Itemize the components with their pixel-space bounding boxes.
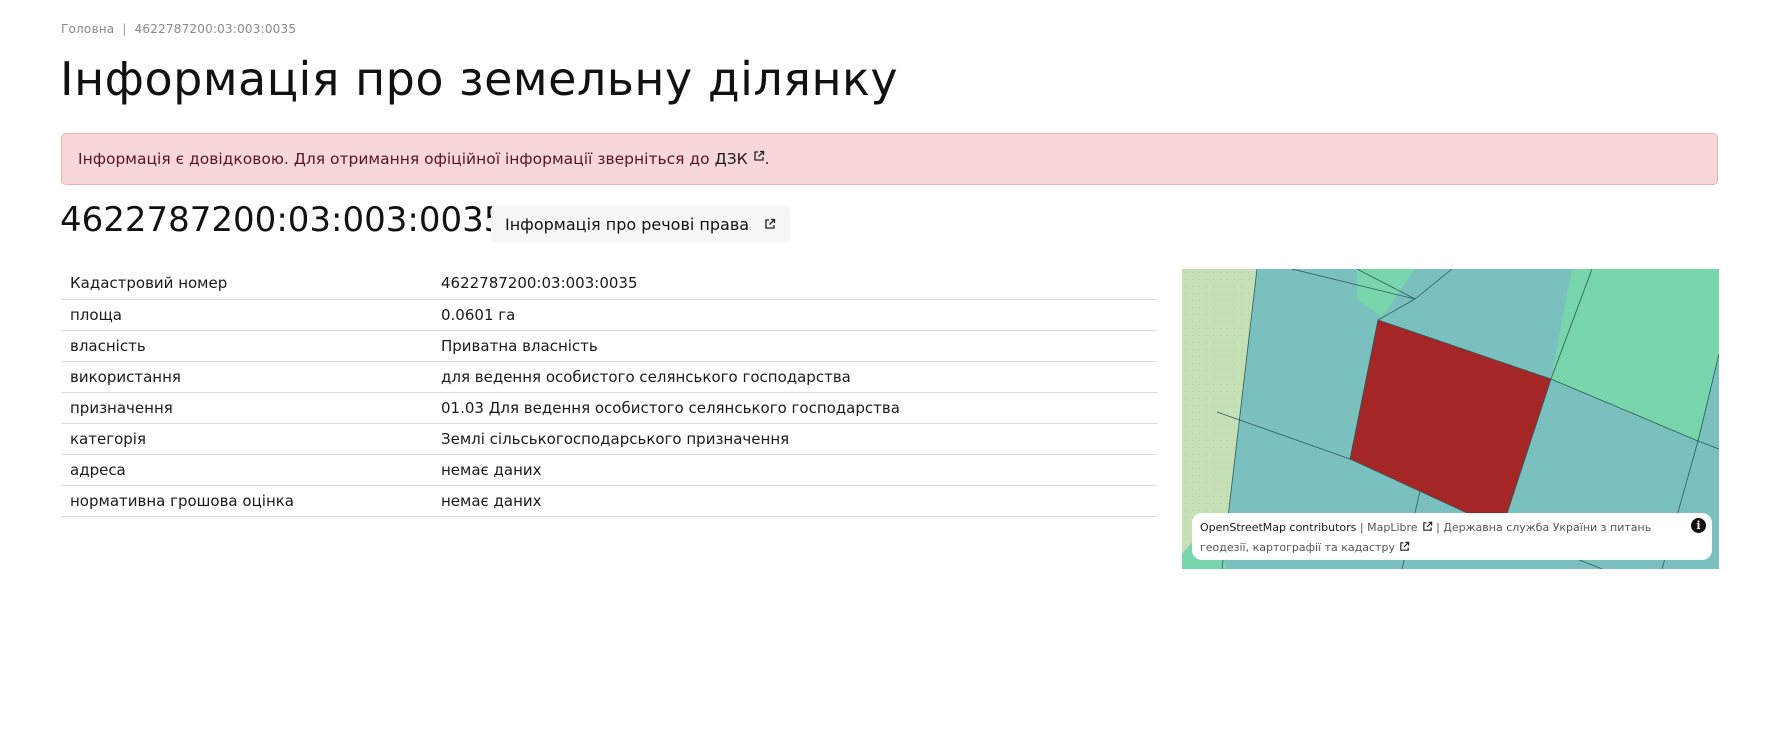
- parcel-info-table: Кадастровий номер 4622787200:03:003:0035…: [61, 268, 1157, 517]
- dzk-link-label: ДЗК: [714, 150, 748, 168]
- table-row: призначення 01.03 Для ведення особистого…: [61, 392, 1157, 424]
- external-link-icon: [1422, 521, 1432, 531]
- row-value: немає даних: [432, 454, 1157, 486]
- alert-text: Інформація є довідковою. Для отримання о…: [78, 150, 710, 168]
- row-value: для ведення особистого селянського госпо…: [432, 361, 1157, 393]
- table-row: адреса немає даних: [61, 454, 1157, 486]
- row-value: Приватна власність: [432, 330, 1157, 362]
- row-value: 0.0601 га: [432, 299, 1157, 331]
- row-value: немає даних: [432, 485, 1157, 517]
- row-key: нормативна грошова оцінка: [61, 485, 432, 517]
- row-key: призначення: [61, 392, 432, 424]
- table-row: категорія Землі сільськогосподарського п…: [61, 423, 1157, 455]
- maplibre-link[interactable]: MapLibre: [1367, 521, 1432, 534]
- external-link-icon: [1400, 541, 1410, 551]
- table-row: нормативна грошова оцінка немає даних: [61, 485, 1157, 517]
- row-value: 4622787200:03:003:0035: [432, 268, 1157, 300]
- row-key: Кадастровий номер: [61, 268, 432, 300]
- row-key: адреса: [61, 454, 432, 486]
- property-rights-label: Інформація про речові права: [505, 214, 750, 234]
- page-title: Інформація про земельну ділянку: [60, 52, 899, 106]
- attribution-info-icon[interactable]: i: [1691, 518, 1706, 533]
- row-key: площа: [61, 299, 432, 331]
- reference-info-alert: Інформація є довідковою. Для отримання о…: [61, 133, 1718, 185]
- cadastral-number-heading: 4622787200:03:003:0035: [60, 200, 506, 240]
- breadcrumb-current: 4622787200:03:003:0035: [134, 22, 297, 36]
- property-rights-button[interactable]: Інформація про речові права: [491, 205, 791, 243]
- breadcrumb-separator: |: [122, 22, 127, 36]
- table-row: площа 0.0601 га: [61, 299, 1157, 331]
- table-row: Кадастровий номер 4622787200:03:003:0035: [61, 268, 1157, 300]
- dzk-external-link[interactable]: ДЗК: [715, 150, 765, 168]
- external-link-icon: [765, 218, 776, 229]
- row-key: власність: [61, 330, 432, 362]
- row-value: Землі сільськогосподарського призначення: [432, 423, 1157, 455]
- map-attribution: OpenStreetMap contributors | MapLibre | …: [1192, 513, 1712, 560]
- attribution-separator: |: [1436, 521, 1440, 534]
- alert-suffix: .: [764, 150, 770, 168]
- external-link-icon: [754, 150, 764, 161]
- row-key: категорія: [61, 423, 432, 455]
- maplibre-label: MapLibre: [1367, 521, 1418, 534]
- row-value: 01.03 Для ведення особистого селянського…: [432, 392, 1157, 424]
- page: Головна | 4622787200:03:003:0035 Інформа…: [0, 0, 1776, 746]
- row-key: використання: [61, 361, 432, 393]
- breadcrumb-home-link[interactable]: Головна: [61, 22, 114, 36]
- breadcrumb: Головна | 4622787200:03:003:0035: [61, 22, 296, 36]
- table-row: використання для ведення особистого селя…: [61, 361, 1157, 393]
- osm-attribution: OpenStreetMap contributors: [1200, 521, 1357, 534]
- attribution-separator: |: [1359, 521, 1364, 534]
- table-row: власність Приватна власність: [61, 330, 1157, 362]
